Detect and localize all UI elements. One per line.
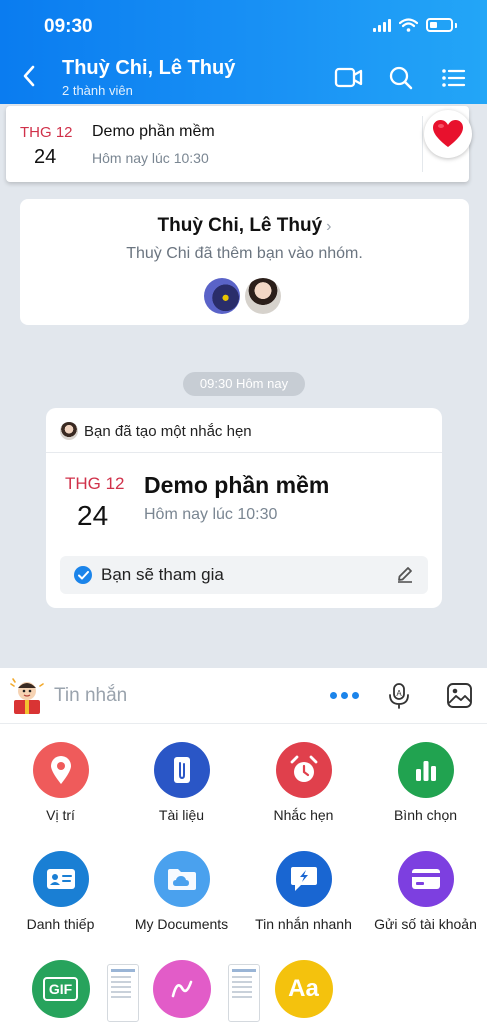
edit-pencil-icon[interactable]	[396, 565, 414, 583]
chevron-right-icon: ›	[326, 218, 332, 235]
quick-message-icon	[275, 851, 332, 907]
status-icons	[373, 18, 457, 32]
more-dots-icon[interactable]	[330, 692, 359, 699]
reminder-time: Hôm nay lúc 10:30	[144, 506, 278, 523]
pinned-reminder-time: Hôm nay lúc 10:30	[92, 150, 209, 166]
attach-text-style-button[interactable]: Aa	[243, 960, 364, 1018]
chat-title[interactable]: Thuỳ Chi, Lê Thuý	[62, 57, 235, 80]
group-info-card[interactable]: Thuỳ Chi, Lê Thuý › Thuỳ Chi đã thêm bạn …	[20, 199, 469, 325]
poll-chart-icon	[397, 742, 454, 798]
group-name-text: Thuỳ Chi, Lê Thuý	[157, 215, 323, 236]
attach-quick-message-label: Tin nhắn nhanh	[255, 916, 352, 932]
message-input[interactable]: Tin nhắn	[54, 685, 127, 707]
doodle-icon	[152, 960, 211, 1018]
font-style-icon: Aa	[274, 960, 333, 1018]
battery-icon	[426, 18, 453, 32]
search-icon[interactable]	[388, 65, 414, 91]
message-composer: Tin nhắn A	[0, 668, 487, 724]
attach-doodle-button[interactable]	[121, 960, 242, 1018]
member-count[interactable]: 2 thành viên	[62, 83, 133, 98]
attach-gif-button[interactable]: GIF	[0, 960, 121, 1018]
attach-location-label: Vị trí	[46, 807, 75, 823]
attach-bank-account-button[interactable]: Gửi số tài khoản	[365, 851, 486, 932]
alarm-clock-icon	[275, 742, 332, 798]
reminder-month: THG 12	[65, 474, 125, 493]
cloud-folder-icon	[153, 851, 210, 907]
reaction-button[interactable]	[424, 110, 472, 158]
gif-label: GIF	[42, 977, 79, 1001]
attach-location-button[interactable]: Vị trí	[0, 742, 121, 823]
attach-document-label: Tài liệu	[158, 807, 205, 823]
font-style-glyph: Aa	[288, 975, 319, 1002]
pinned-reminder[interactable]: THG 12 24 Demo phần mềm Hôm nay lúc 10:3…	[6, 106, 472, 182]
attach-contact-card-button[interactable]: Danh thiếp	[0, 851, 121, 932]
bank-card-icon	[397, 851, 454, 907]
attach-poll-button[interactable]: Bình chọn	[365, 742, 486, 823]
contact-card-icon	[32, 851, 89, 907]
svg-text:A: A	[396, 689, 402, 698]
gif-icon: GIF	[31, 960, 90, 1018]
status-time: 09:30	[44, 16, 93, 37]
back-arrow-icon[interactable]	[22, 64, 36, 88]
attachment-panel: Vị trí Tài liệu Nhắc hẹn Bình chọn Danh …	[0, 724, 487, 1024]
chat-header: 09:30 Thuỳ Chi, Lê Thuý 2 thành viên	[0, 0, 487, 104]
reminder-message-card[interactable]: Bạn đã tạo một nhắc hẹn THG 12 24 Demo p…	[46, 408, 442, 608]
avatar[interactable]	[204, 278, 240, 314]
rsvp-status-button[interactable]: Bạn sẽ tham gia	[60, 556, 428, 594]
attach-my-documents-button[interactable]: My Documents	[121, 851, 242, 932]
attach-reminder-button[interactable]: Nhắc hẹn	[243, 742, 364, 823]
check-circle-icon	[74, 566, 92, 584]
avatar[interactable]	[245, 278, 281, 314]
attach-reminder-label: Nhắc hẹn	[273, 807, 334, 823]
heart-icon	[433, 120, 463, 147]
location-pin-icon	[32, 742, 89, 798]
reminder-message-header: Bạn đã tạo một nhắc hẹn	[60, 422, 252, 440]
image-gallery-icon[interactable]	[446, 682, 473, 709]
divider	[46, 452, 442, 453]
time-divider: 09:30 Hôm nay	[183, 372, 305, 396]
pinned-reminder-day: 24	[34, 146, 57, 168]
attach-bank-account-label: Gửi số tài khoản	[374, 916, 477, 932]
pinned-reminder-month: THG 12	[20, 124, 73, 141]
rsvp-label: Bạn sẽ tham gia	[101, 565, 224, 584]
avatar	[60, 422, 78, 440]
attach-document-button[interactable]: Tài liệu	[121, 742, 242, 823]
video-call-icon[interactable]	[334, 65, 364, 91]
attach-quick-message-button[interactable]: Tin nhắn nhanh	[243, 851, 364, 932]
sticker-icon[interactable]	[8, 676, 46, 716]
voice-input-icon[interactable]: A	[387, 682, 411, 710]
divider	[422, 116, 423, 172]
menu-list-icon[interactable]	[440, 65, 466, 91]
battery-tip	[455, 22, 457, 28]
attach-contact-card-label: Danh thiếp	[26, 916, 95, 932]
member-avatars	[204, 278, 281, 314]
reminder-day: 24	[77, 500, 109, 531]
paperclip-icon	[153, 742, 210, 798]
group-name[interactable]: Thuỳ Chi, Lê Thuý ›	[20, 215, 469, 237]
attach-poll-label: Bình chọn	[393, 807, 458, 823]
attach-my-documents-label: My Documents	[134, 916, 229, 932]
wifi-icon	[399, 18, 418, 32]
reminder-title: Demo phần mềm	[144, 472, 330, 498]
pinned-reminder-title: Demo phần mềm	[92, 123, 215, 140]
reminder-message-header-text: Bạn đã tạo một nhắc hẹn	[84, 422, 252, 440]
cellular-signal-icon	[373, 18, 391, 32]
group-description: Thuỳ Chi đã thêm bạn vào nhóm.	[126, 245, 363, 262]
